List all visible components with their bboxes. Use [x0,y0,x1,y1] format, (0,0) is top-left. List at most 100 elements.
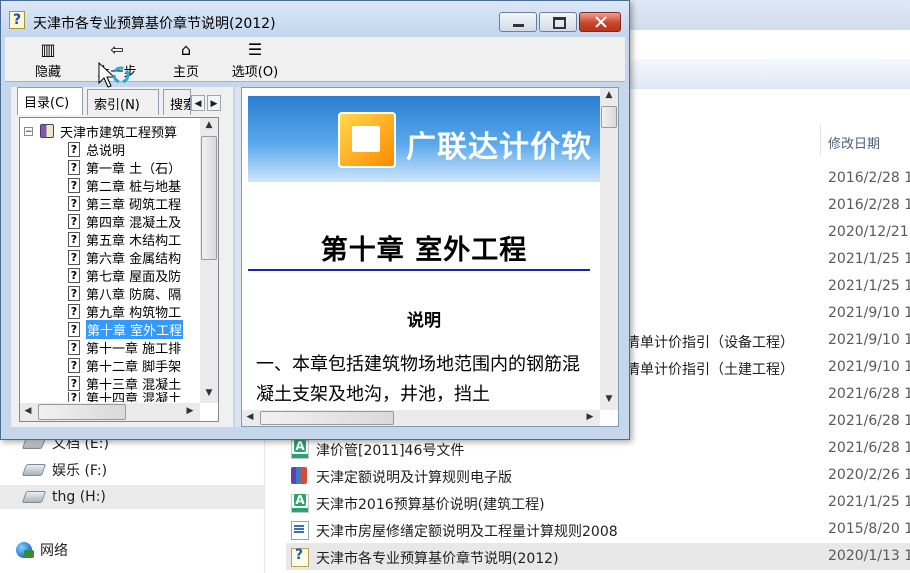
scroll-right-arrow-icon[interactable]: ▶ [584,412,596,422]
tree-item[interactable]: ? 第十四章 混凝土 [68,392,181,402]
hide-button-label: 隐藏 [34,65,61,80]
tree-item-label: 总说明 [86,143,126,159]
tree-vertical-scrollbar[interactable]: ▲ ▼ [200,118,218,403]
file-name: 天津市各专业预算基价章节说明(2012) [316,551,559,567]
help-topic-icon: ? [68,339,80,355]
tab-scroll-left-button[interactable]: ◀ [191,95,205,111]
collapse-icon[interactable]: − [24,126,33,136]
tree-item-label: 第九章 构筑物工 [86,305,182,321]
busy-cursor-icon [98,61,130,88]
help-topic-icon: ? [68,249,80,265]
chm-help-file-icon [291,547,309,567]
nav-item-network[interactable]: 网络 [16,538,68,562]
tree-root-item[interactable]: − 天津市建筑工程预算 [24,122,177,141]
file-row[interactable]: 天津市2016预算基价说明(建筑工程) 2021/1/25 1 [286,489,910,516]
column-header-date-label: 修改日期 [828,137,881,152]
tree-item[interactable]: ? 第四章 混凝土及 [68,212,181,231]
tree-item-selected[interactable]: ? 第十章 室外工程 [68,319,184,339]
contents-tree: − 天津市建筑工程预算 ? 总说明 ? 第一章 土（石） ? 第二章 桩与地基 ? 第三… [19,117,219,422]
help-file-icon: ? [9,11,25,29]
file-row[interactable]: 天津市房屋修缮定额说明及工程量计算规则2008 2015/8/20 1 [286,516,910,543]
tab-contents[interactable]: 目录(C) [17,87,83,115]
explorer-toolbar [620,58,910,89]
file-date: 2016/2/28 1 [828,170,910,186]
file-row-selected[interactable]: 天津市各专业预算基价章节说明(2012) 2020/1/13 1 [286,543,910,570]
help-title-bar[interactable]: ? 天津市各专业预算基价章节说明(2012) [1,1,629,37]
nav-item-label: thg (H:) [52,489,106,505]
close-button[interactable] [579,12,621,32]
hide-button[interactable]: ▥ 隐藏 [25,37,71,81]
tree-item[interactable]: ? 第六章 金属结构 [68,248,181,267]
tree-item[interactable]: ? 第九章 构筑物工 [68,302,182,321]
nav-item-label: 娱乐 (F:) [52,463,108,479]
help-topic-icon: ? [68,375,80,391]
tree-item[interactable]: ? 第五章 木结构工 [68,230,181,249]
options-icon: ☰ [247,40,263,59]
file-date: 2021/1/25 1 [828,251,910,267]
tree-item[interactable]: ? 总说明 [68,140,126,159]
help-topic-icon: ? [68,141,80,157]
glodon-logo-icon [338,112,396,168]
tree-item[interactable]: ? 第八章 防腐、隔 [68,284,181,303]
hide-pane-icon: ▥ [40,40,56,59]
banner: 广联达计价软 [248,96,600,182]
tree-item[interactable]: ? 第二章 桩与地基 [68,176,181,195]
scroll-right-arrow-icon[interactable]: ▶ [184,406,196,416]
file-name: 清单计价指引（设备工程） [626,335,794,351]
home-button[interactable]: ⌂ 主页 [161,37,211,81]
back-arrow-icon: ⇦ [110,40,124,59]
tree-item[interactable]: ? 第十一章 施工排 [68,338,181,357]
help-navigation-pane: 目录(C) 索引(N) 搜索 ◀ ▶ − 天津市建筑工程预算 ? 总说明 ? 第一章… [11,87,233,427]
file-name: 天津市2016预算基价说明(建筑工程) [316,497,545,513]
window-title: 天津市各专业预算基价章节说明(2012) [33,16,276,32]
maximize-button[interactable] [539,12,577,32]
scrollbar-thumb[interactable] [201,136,217,260]
tree-item[interactable]: ? 第七章 屋面及防 [68,266,182,285]
tab-search[interactable]: 搜索 [163,89,191,115]
navigation-pane: 文档 (E:) 娱乐 (F:) thg (H:) 网络 [0,430,264,573]
options-button[interactable]: ☰ 选项(O) [223,37,287,81]
scroll-up-arrow-icon[interactable]: ▲ [600,90,618,100]
tree-horizontal-scrollbar[interactable]: ◀ ▶ [20,403,200,421]
content-vertical-scrollbar[interactable]: ▲ ▼ [600,88,618,410]
file-name: 天津定额说明及计算规则电子版 [316,470,512,486]
file-date: 2021/9/10 1 [828,305,910,321]
file-date: 2015/8/20 1 [828,521,910,537]
tab-scroll-right-button[interactable]: ▶ [207,95,221,111]
tree-item[interactable]: ? 第十二章 脚手架 [68,356,182,375]
scroll-left-arrow-icon[interactable]: ◀ [22,406,34,416]
help-topic-icon: ? [68,392,80,402]
file-date: 2021/6/28 1 [828,440,910,456]
minimize-button[interactable] [499,12,537,32]
file-date: 2021/6/28 1 [828,413,910,429]
title-underline [248,269,590,271]
scroll-down-arrow-icon[interactable]: ▼ [200,388,218,398]
rar-archive-icon [291,467,307,484]
nav-item-drive-h[interactable]: thg (H:) [0,485,264,509]
file-date: 2020/1/13 1 [828,548,910,564]
scrollbar-thumb[interactable] [38,404,126,420]
scroll-down-arrow-icon[interactable]: ▼ [600,394,618,404]
scrollbar-thumb[interactable] [601,106,617,128]
home-button-label: 主页 [172,65,199,80]
help-topic-icon: ? [68,159,80,175]
scroll-left-arrow-icon[interactable]: ◀ [244,412,256,422]
file-date: 2021/6/28 1 [828,386,910,402]
tree-item-label: 第十二章 脚手架 [86,359,182,375]
tree-item[interactable]: ? 第一章 土（石） [68,158,182,177]
tree-item[interactable]: ? 第十三章 混凝土 [68,374,181,393]
nav-item-label: 网络 [40,543,68,559]
tree-item[interactable]: ? 第三章 砌筑工程 [68,194,182,213]
tree-item-label: 第三章 砌筑工程 [86,197,182,213]
tree-item-label: 第七章 屋面及防 [86,269,182,285]
network-icon [16,542,34,558]
drive-icon [21,464,47,476]
scroll-up-arrow-icon[interactable]: ▲ [200,120,218,130]
help-topic-icon: ? [68,321,80,337]
html-help-window: ? 天津市各专业预算基价章节说明(2012) ▥ 隐藏 ⇦ 上一步 ⌂ 主页 ☰… [0,0,630,440]
nav-item-drive-f[interactable]: 娱乐 (F:) [21,458,108,482]
tree-item-label: 第一章 土（石） [86,161,182,177]
file-row[interactable]: 天津定额说明及计算规则电子版 2020/2/26 1 [286,462,910,489]
scrollbar-thumb[interactable] [260,411,394,425]
content-horizontal-scrollbar[interactable]: ◀ ▶ [242,410,600,426]
